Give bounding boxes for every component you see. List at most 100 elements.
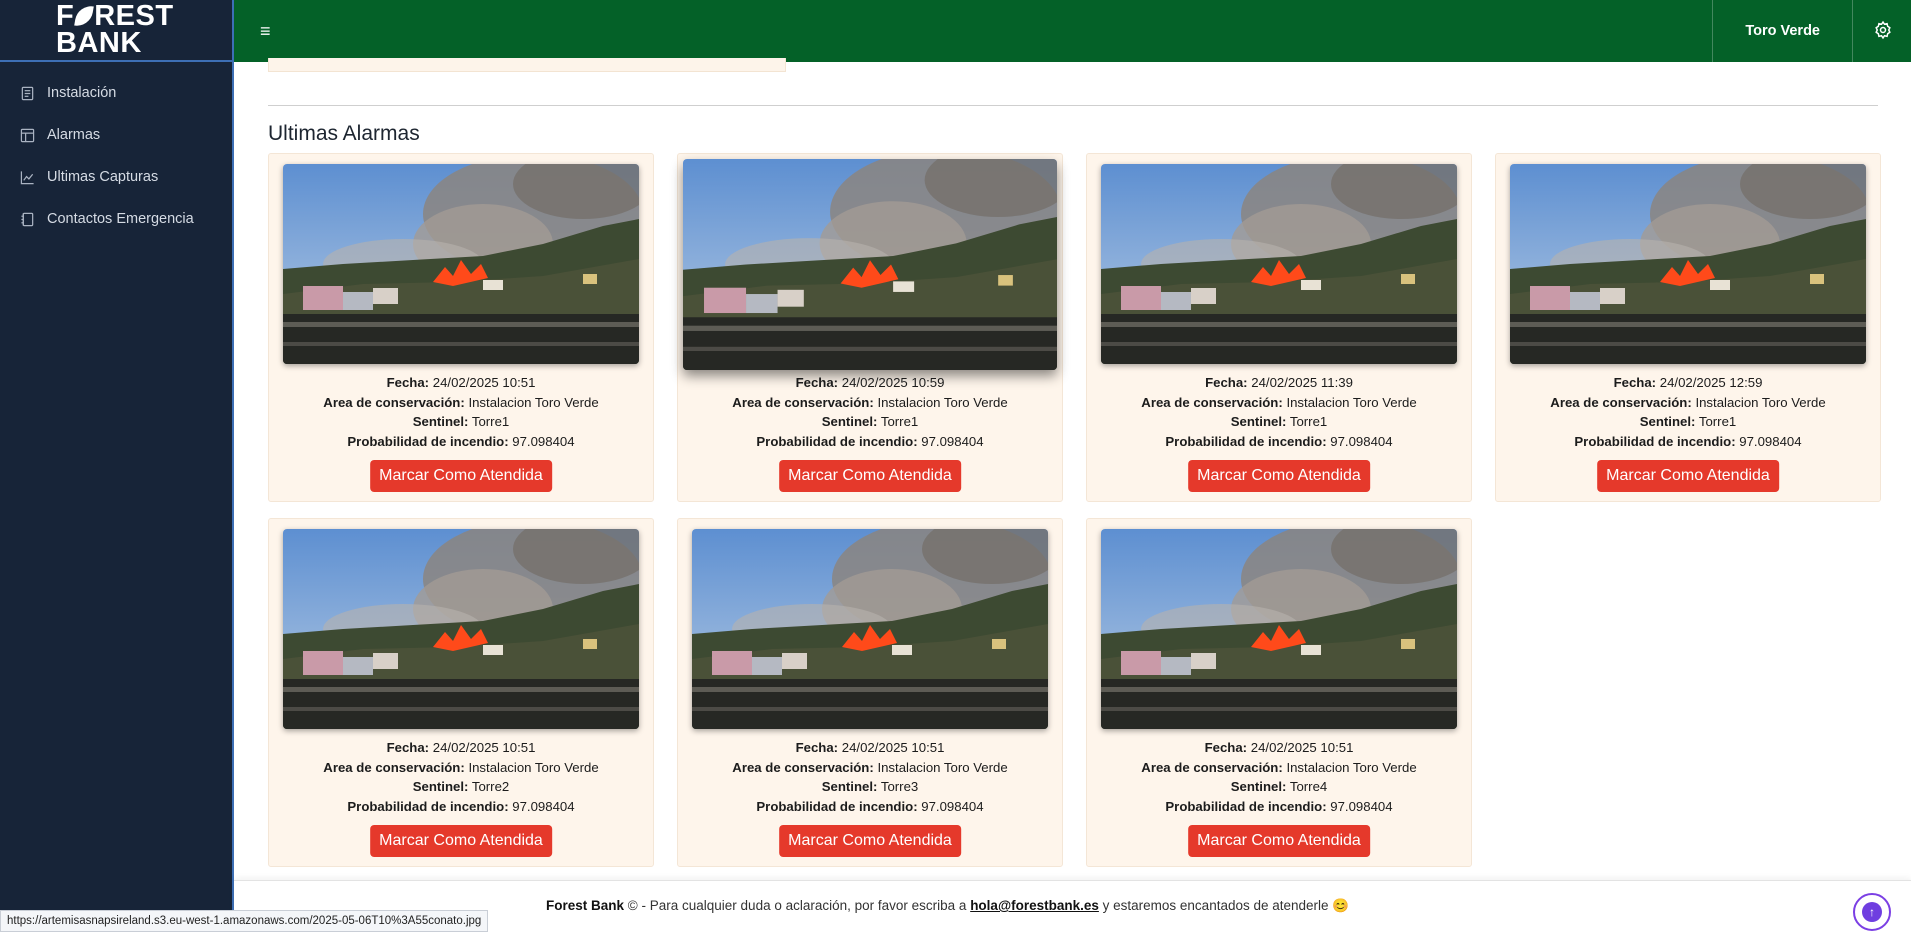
probabilidad-label: Probabilidad de incendio: [756,433,918,449]
sidebar-item-instalacion[interactable]: Instalación [0,72,232,114]
arrow-up-icon: ↑ [1862,902,1882,922]
fecha-value: 24/02/2025 10:51 [841,740,945,755]
marcar-atendida-button[interactable]: Marcar Como Atendida [1597,460,1779,492]
alarm-photo[interactable] [1101,164,1457,364]
main-content: Ultimas Alarmas Fecha: 24/02/2025 10:51 … [252,58,1911,880]
sentinel-value: Torre3 [880,779,919,795]
probabilidad-value: 97.098404 [921,433,984,449]
alarm-card: Fecha: 24/02/2025 10:51 Area de conserva… [268,518,654,867]
footer-message-end: y estaremos encantados de atenderle 😊 [1098,898,1350,913]
probabilidad-value: 97.098404 [1739,433,1802,449]
alarm-sentinel: Sentinel: Torre2 [269,777,653,797]
sidebar-item-contactos-emergencia[interactable]: Contactos Emergencia [0,198,232,240]
alarm-info: Fecha: 24/02/2025 10:51 Area de conserva… [269,373,653,451]
fecha-value: 24/02/2025 10:51 [432,740,536,755]
alarm-card: Fecha: 24/02/2025 10:51 Area de conserva… [1086,518,1472,867]
alarm-info: Fecha: 24/02/2025 11:39 Area de conserva… [1087,373,1471,451]
alarm-card: Fecha: 24/02/2025 10:51 Area de conserva… [268,153,654,502]
hamburger-icon[interactable]: ≡ [260,20,278,42]
fecha-value: 24/02/2025 12:59 [1659,375,1763,390]
sentinel-value: Torre1 [880,414,919,430]
section-title: Ultimas Alarmas [268,122,420,145]
marcar-atendida-button[interactable]: Marcar Como Atendida [1188,460,1370,492]
alarm-photo[interactable] [283,164,639,364]
alarm-fecha: Fecha: 24/02/2025 11:39 [1087,373,1471,393]
fecha-value: 24/02/2025 11:39 [1251,375,1353,390]
alarm-photo[interactable] [692,529,1048,729]
area-label: Area de conservación: [323,394,465,410]
book-icon [20,212,35,227]
forest-bank-logo[interactable]: F REST BANK [0,0,232,62]
sidebar-item-ultimas-capturas[interactable]: Ultimas Capturas [0,156,232,198]
sidebar-item-label: Instalación [47,85,117,101]
alarm-photo[interactable] [1510,164,1866,364]
alarm-probabilidad: Probabilidad de incendio: 97.098404 [678,797,1062,817]
alarm-card: Fecha: 24/02/2025 12:59 Area de conserva… [1495,153,1881,502]
logo-line-2: BANK [56,27,142,59]
fecha-label: Fecha: [386,375,430,390]
probabilidad-value: 97.098404 [512,433,575,449]
fecha-label: Fecha: [1205,375,1248,390]
probabilidad-label: Probabilidad de incendio: [1165,798,1327,814]
previous-card-edge [268,58,786,72]
sidebar-item-alarmas[interactable]: Alarmas [0,114,232,156]
sentinel-label: Sentinel: [1639,414,1696,430]
sentinel-label: Sentinel: [412,414,469,430]
alarm-photo[interactable] [1101,529,1457,729]
alarm-sentinel: Sentinel: Torre1 [269,412,653,432]
gear-icon[interactable] [1873,20,1893,40]
marcar-atendida-button[interactable]: Marcar Como Atendida [1188,825,1370,857]
probabilidad-label: Probabilidad de incendio: [756,798,918,814]
area-label: Area de conservación: [1550,394,1692,410]
fecha-value: 24/02/2025 10:51 [432,375,536,390]
alarm-info: Fecha: 24/02/2025 10:51 Area de conserva… [1087,738,1471,816]
alarm-sentinel: Sentinel: Torre3 [678,777,1062,797]
alarm-area: Area de conservación: Instalacion Toro V… [678,393,1062,413]
user-menu[interactable]: Toro Verde [1712,0,1853,62]
chart-icon [20,170,35,185]
layout-icon [20,128,35,143]
alarm-info: Fecha: 24/02/2025 10:51 Area de conserva… [678,738,1062,816]
probabilidad-label: Probabilidad de incendio: [1165,433,1327,449]
probabilidad-value: 97.098404 [1330,433,1393,449]
marcar-atendida-button[interactable]: Marcar Como Atendida [370,460,552,492]
footer-email-link[interactable]: hola@forestbank.es [970,898,1099,913]
footer-message: - Para cualquier duda o aclaración, por … [637,898,971,913]
status-bar-url: https://artemisasnapsireland.s3.eu-west-… [0,910,489,932]
fecha-value: 24/02/2025 10:59 [841,375,945,390]
alarm-sentinel: Sentinel: Torre1 [1087,412,1471,432]
sentinel-label: Sentinel: [1230,414,1287,430]
alarm-probabilidad: Probabilidad de incendio: 97.098404 [1087,432,1471,452]
alarm-photo[interactable] [283,529,639,729]
alarm-info: Fecha: 24/02/2025 10:59 Area de conserva… [678,373,1062,451]
alarm-sentinel: Sentinel: Torre1 [1496,412,1880,432]
sentinel-label: Sentinel: [1230,779,1287,795]
marcar-atendida-button[interactable]: Marcar Como Atendida [370,825,552,857]
alarm-fecha: Fecha: 24/02/2025 10:51 [269,738,653,758]
alarm-photo[interactable] [683,159,1057,370]
sentinel-value: Torre1 [1698,414,1737,430]
area-label: Area de conservación: [1141,394,1283,410]
marcar-atendida-button[interactable]: Marcar Como Atendida [779,460,961,492]
area-value: Instalacion Toro Verde [1286,759,1417,775]
sentinel-label: Sentinel: [821,414,878,430]
marcar-atendida-button[interactable]: Marcar Como Atendida [779,825,961,857]
probabilidad-value: 97.098404 [512,798,575,814]
scroll-top-button[interactable]: ↑ [1853,893,1891,931]
fecha-label: Fecha: [795,375,839,390]
sentinel-value: Torre1 [471,414,510,430]
alarm-card: Fecha: 24/02/2025 10:59 Area de conserva… [677,153,1063,502]
alarm-area: Area de conservación: Instalacion Toro V… [1087,758,1471,778]
alarm-area: Area de conservación: Instalacion Toro V… [1496,393,1880,413]
sidebar-item-label: Contactos Emergencia [47,211,194,227]
probabilidad-value: 97.098404 [921,798,984,814]
alarm-fecha: Fecha: 24/02/2025 10:51 [269,373,653,393]
alarm-area: Area de conservación: Instalacion Toro V… [678,758,1062,778]
fecha-value: 24/02/2025 10:51 [1250,740,1354,755]
probabilidad-label: Probabilidad de incendio: [1574,433,1736,449]
alarm-sentinel: Sentinel: Torre1 [678,412,1062,432]
document-icon [20,86,35,101]
footer-copyright: © [627,898,638,913]
sidebar-item-label: Alarmas [47,127,101,143]
sidebar: F REST BANK Instalación Alarmas Ultimas C… [0,0,234,932]
